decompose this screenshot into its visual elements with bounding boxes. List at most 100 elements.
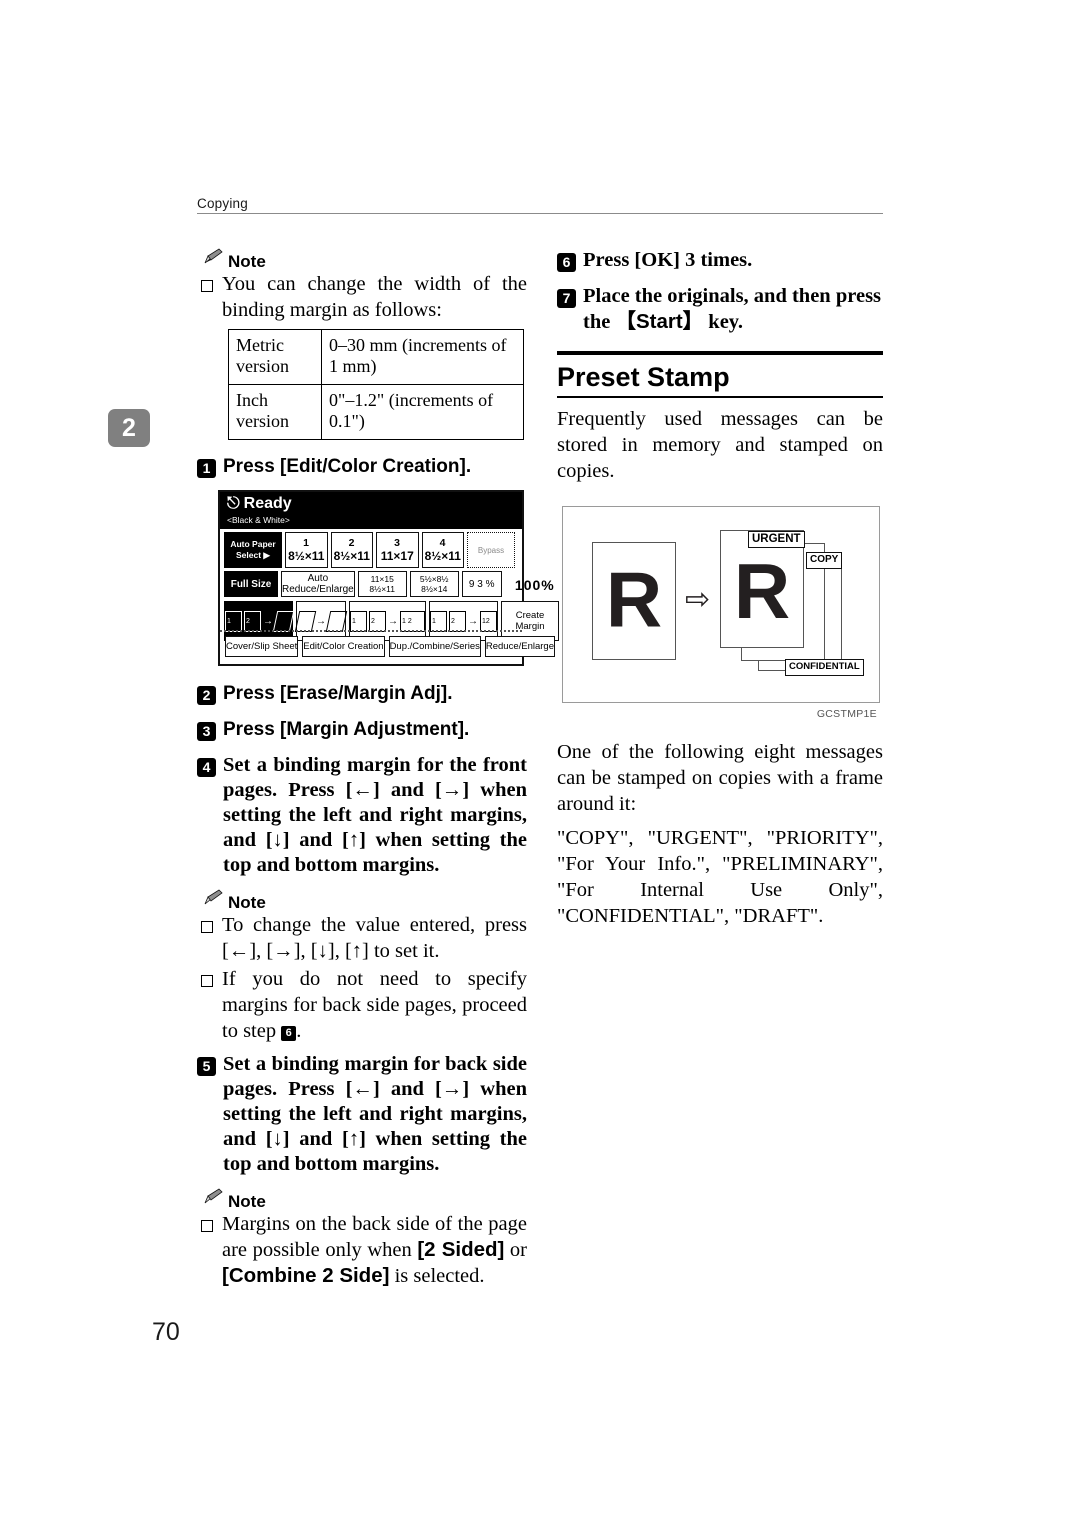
note-bullet-2b: If you do not need to specify margins fo… bbox=[201, 966, 527, 1044]
ratio-pair-1-button[interactable]: 11×15 8½×11 bbox=[357, 571, 407, 597]
step-2-badge: 2 bbox=[197, 686, 216, 705]
edit-color-creation-key[interactable]: Edit/Color Creation bbox=[302, 636, 385, 657]
note-bullet-1: You can change the width of the binding … bbox=[201, 271, 527, 323]
note-bullet-3: Margins on the back side of the page are… bbox=[201, 1211, 527, 1289]
section-rule-bottom bbox=[557, 396, 883, 398]
note-bullet-2a-text: To change the value entered, press [←], … bbox=[222, 914, 527, 962]
auto-reduce-enlarge-button[interactable]: Auto Reduce/Enlarge bbox=[281, 571, 355, 597]
operation-panel-figure: ⎋ Ready <Black & White> Auto Paper Selec… bbox=[218, 490, 559, 666]
tray-2-size: 8½×11 bbox=[333, 549, 370, 563]
inline-step-badge: 6 bbox=[281, 1026, 297, 1041]
bypass-label: Bypass bbox=[477, 545, 505, 555]
tray-4-number: 4 bbox=[439, 537, 446, 549]
table-cell-metric-label: Metric version bbox=[228, 329, 322, 385]
ratio-93-button[interactable]: 9 3 % bbox=[461, 571, 502, 597]
step-7-post: key. bbox=[703, 311, 744, 333]
cover-slip-sheet-key[interactable]: Cover/Slip Sheet bbox=[225, 636, 299, 657]
edit-color-creation-label: Edit/Color Creation bbox=[303, 641, 384, 652]
chapter-tab: 2 bbox=[108, 409, 150, 447]
note-heading-1: Note bbox=[203, 248, 527, 270]
note-bullet-3-text: Margins on the back side of the page are… bbox=[222, 1211, 527, 1289]
messages-intro-paragraph: One of the following eight messages can … bbox=[557, 741, 883, 815]
note-bullet-3-mid: or bbox=[504, 1239, 528, 1261]
page-title: Preset Stamp bbox=[557, 362, 730, 392]
ratio-pair-1-bottom: 8½×11 bbox=[369, 584, 396, 594]
auto-reduce-enlarge-label: Auto Reduce/Enlarge bbox=[282, 573, 354, 595]
auto-paper-select-label: Auto Paper Select ▶ bbox=[230, 539, 276, 560]
auto-paper-select-button[interactable]: Auto Paper Select ▶ bbox=[224, 532, 282, 568]
header-divider bbox=[197, 213, 883, 214]
tray-3-button[interactable]: 3 11×17 bbox=[376, 532, 419, 568]
full-size-button[interactable]: Full Size bbox=[224, 571, 278, 597]
tray-1-size: 8½×11 bbox=[288, 549, 325, 563]
tray-4-button[interactable]: 4 8½×11 bbox=[421, 532, 464, 568]
section-rule-top bbox=[557, 351, 883, 355]
note-heading-3: Note bbox=[203, 1188, 527, 1210]
ratio-pair-2-top: 5½×8½ bbox=[419, 574, 449, 584]
step-1: 1 Press [Edit/Color Creation]. bbox=[197, 454, 527, 479]
right-column: 6 Press [OK] 3 times. 7 Place the origin… bbox=[557, 248, 883, 929]
lcd-paper-row: Auto Paper Select ▶ 1 8½×11 2 8½×11 3 11… bbox=[220, 529, 522, 568]
key-2-sided: [2 Sided] bbox=[417, 1238, 505, 1261]
figure-code: GCSTMP1E bbox=[816, 708, 877, 720]
ratio-pair-2-bottom: 8½×14 bbox=[421, 584, 448, 594]
bullet-square-icon bbox=[201, 1220, 213, 1232]
note-label: Note bbox=[228, 1192, 266, 1211]
step-7-text: Place the originals, and then press the … bbox=[583, 284, 883, 335]
table-cell-inch-label: Inch version bbox=[228, 384, 322, 440]
dup-combine-series-label: Dup./Combine/Series bbox=[389, 641, 480, 652]
running-head-text: Copying bbox=[197, 196, 248, 211]
stamp-copy: COPY bbox=[806, 552, 843, 569]
messages-list-paragraph: "COPY", "URGENT", "PRIORITY", "For Your … bbox=[557, 827, 883, 927]
note-bullet-3-post: is selected. bbox=[389, 1265, 485, 1287]
tray-3-size: 11×17 bbox=[380, 549, 414, 563]
stamp-confidential: CONFIDENTIAL bbox=[785, 659, 864, 676]
create-margin-line1: Create bbox=[515, 610, 545, 621]
lcd-screen: ⎋ Ready <Black & White> Auto Paper Selec… bbox=[218, 490, 559, 666]
tray-1-button[interactable]: 1 8½×11 bbox=[285, 532, 328, 568]
power-icon: ⎋ bbox=[227, 495, 240, 512]
note-heading-2: Note bbox=[203, 889, 527, 911]
page-number: 70 bbox=[152, 1318, 180, 1346]
tray-2-button[interactable]: 2 8½×11 bbox=[330, 532, 373, 568]
pencil-icon bbox=[203, 1188, 223, 1210]
step-6-text: Press [OK] 3 times. bbox=[583, 249, 753, 271]
tray-3-number: 3 bbox=[394, 537, 401, 549]
ratio-pair-2-button[interactable]: 5½×8½ 8½×14 bbox=[409, 571, 459, 597]
chapter-tab-number: 2 bbox=[122, 413, 136, 442]
tray-1-number: 1 bbox=[303, 537, 310, 549]
step-2-text: Press [Erase/Margin Adj]. bbox=[223, 683, 453, 704]
figure-output-letter: R bbox=[733, 547, 791, 636]
duplex-2to2-icon: → bbox=[294, 610, 348, 632]
step-6: 6 Press [OK] 3 times. bbox=[557, 248, 883, 273]
zoom-value: 100% bbox=[514, 576, 555, 593]
reduce-enlarge-key[interactable]: Reduce/Enlarge bbox=[484, 636, 555, 657]
preset-stamp-figure: R ⇨ R URGENT COPY CONFIDENTIAL GCSTMP1E bbox=[562, 506, 880, 720]
lcd-zoom-row: Full Size Auto Reduce/Enlarge 11×15 8½×1… bbox=[220, 568, 554, 598]
note-bullet-2b-text: If you do not need to specify margins fo… bbox=[222, 966, 527, 1044]
step-2: 2 Press [Erase/Margin Adj]. bbox=[197, 681, 527, 706]
step-1-text: Press [Edit/Color Creation]. bbox=[223, 456, 472, 477]
reduce-enlarge-label: Reduce/Enlarge bbox=[485, 641, 554, 652]
table-cell-metric-value: 0–30 mm (increments of 1 mm) bbox=[321, 329, 524, 385]
step-6-badge: 6 bbox=[557, 253, 576, 272]
step-4-badge: 4 bbox=[197, 758, 216, 777]
pencil-icon bbox=[203, 889, 223, 911]
lcd-titlebar: ⎋ Ready <Black & White> bbox=[220, 492, 522, 529]
dup-combine-series-key[interactable]: Dup./Combine/Series bbox=[388, 636, 481, 657]
note-bullet-2b-pre: If you do not need to specify margins fo… bbox=[222, 968, 527, 1042]
step-5-text: Set a binding margin for back side pages… bbox=[223, 1053, 527, 1175]
duplex-1to2-icon: 12 → bbox=[225, 610, 295, 632]
bypass-tray-button[interactable]: Bypass bbox=[467, 532, 515, 568]
lcd-status-text: Ready bbox=[243, 495, 292, 512]
step-3: 3 Press [Margin Adjustment]. bbox=[197, 717, 527, 742]
table-row: Metric version 0–30 mm (increments of 1 … bbox=[228, 329, 524, 385]
step-4: 4 Set a binding margin for the front pag… bbox=[197, 753, 527, 878]
section-intro-paragraph: Frequently used messages can be stored i… bbox=[557, 408, 883, 482]
step-7: 7 Place the originals, and then press th… bbox=[557, 284, 883, 335]
bullet-square-icon bbox=[201, 921, 213, 933]
step-4-text: Set a binding margin for the front pages… bbox=[223, 754, 527, 876]
note-label: Note bbox=[228, 252, 266, 271]
arrow-right-icon: ⇨ bbox=[685, 583, 711, 616]
running-header: Copying bbox=[197, 196, 883, 214]
